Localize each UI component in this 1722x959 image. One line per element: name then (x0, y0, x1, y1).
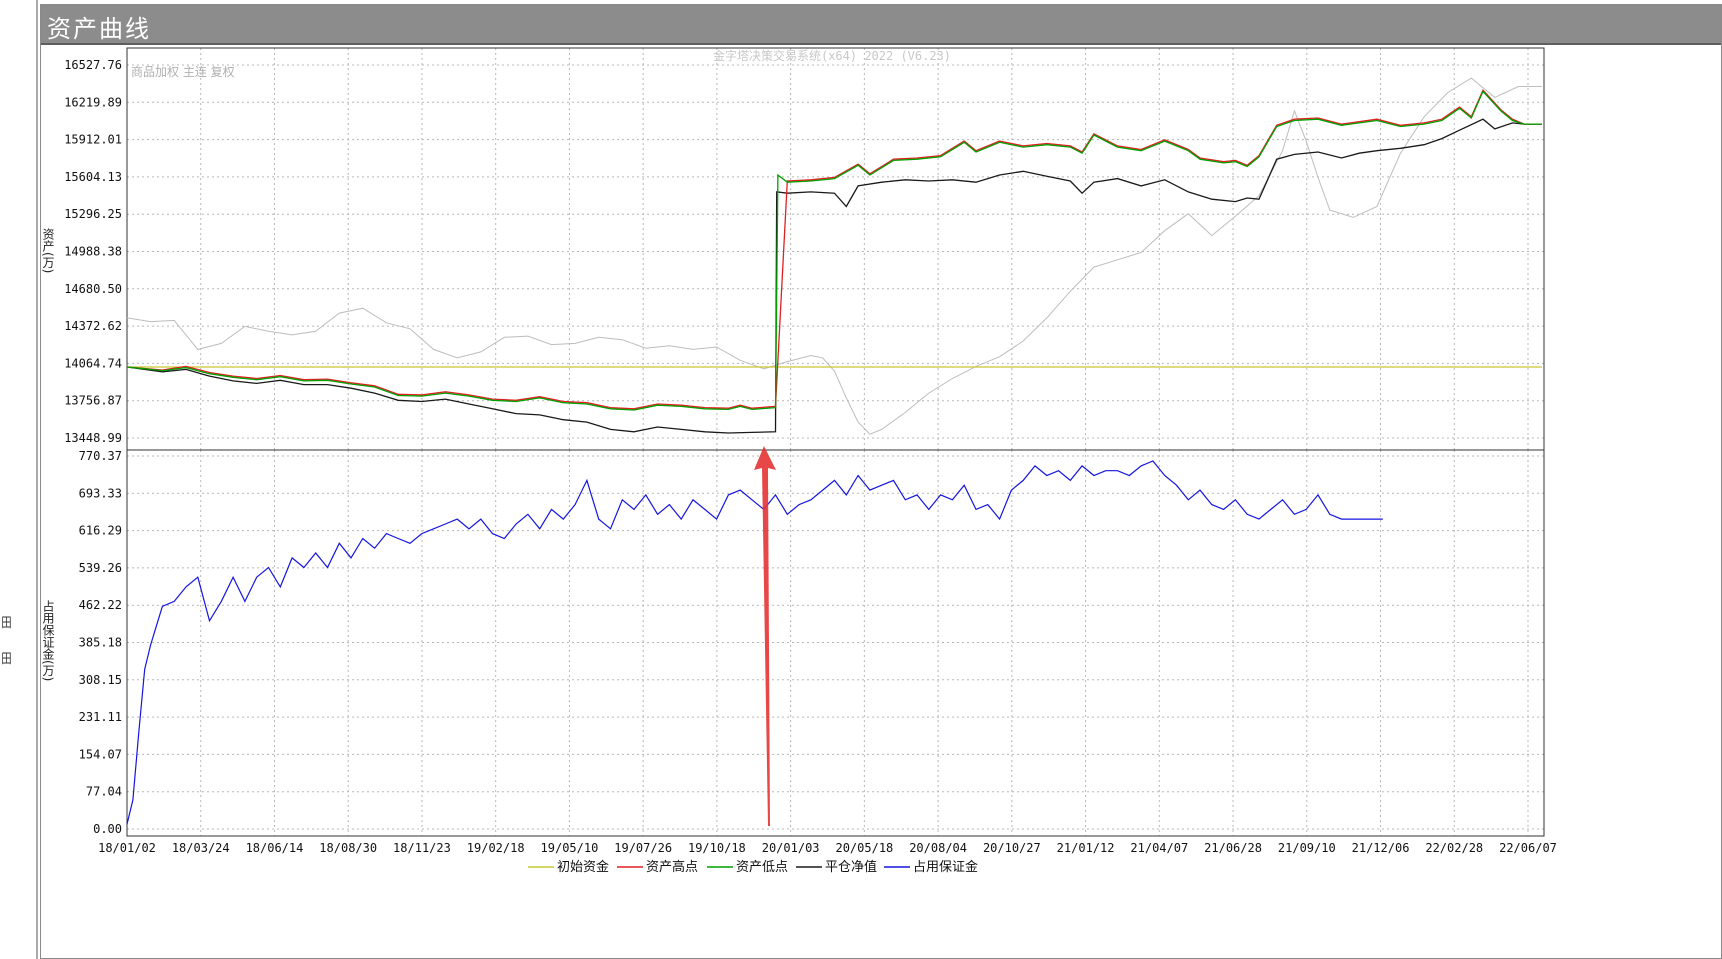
x-tick-label: 20/01/03 (762, 841, 820, 855)
chart-canvas: 16527.76 16219.89 15912.01 15604.13 15296.25… (41, 47, 1557, 875)
asset-y-tick-label: 16219.89 (64, 95, 122, 109)
x-tick-label: 20/08/04 (909, 841, 967, 855)
margin-y-tick-label: 154.07 (79, 747, 122, 761)
margin-y-tick-label: 616.29 (79, 524, 122, 538)
legend-label: 资产高点 (646, 859, 698, 875)
x-tick-label: 22/02/28 (1425, 841, 1483, 855)
asset-y-tick-label: 13448.99 (64, 431, 122, 445)
x-tick-label: 18/06/14 (246, 841, 304, 855)
watermark: 金字塔决策交易系统(x64) 2022 (V6.23) (713, 48, 951, 63)
asset-y-tick-label: 14064.74 (64, 356, 122, 370)
legend-item: 资产低点 (707, 860, 788, 875)
margin-y-tick-label: 539.26 (79, 561, 122, 575)
margin-y-tick-label: 770.37 (79, 449, 122, 463)
legend-label: 资产低点 (736, 860, 788, 875)
series-line-资产高点 (126, 89, 1542, 410)
x-tick-label: 19/02/18 (467, 841, 525, 855)
margin-y-tick-label: 385.18 (79, 636, 122, 650)
margin-y-tick-label: 77.04 (86, 785, 122, 799)
margin-y-tick-label: 308.15 (79, 673, 122, 687)
legend-item: 资产高点 (617, 859, 698, 875)
asset-y-tick-label: 15296.25 (64, 207, 122, 221)
x-tick-label: 18/08/30 (319, 841, 377, 855)
x-tick-label: 21/09/10 (1278, 841, 1336, 855)
legend-item: 平仓净值 (796, 859, 877, 875)
x-tick-label: 21/01/12 (1057, 841, 1115, 855)
margin-y-tick-label: 462.22 (79, 598, 122, 612)
series-line-margin (126, 460, 1383, 825)
date-x-axis: 18/01/02 18/03/24 18/06/14 18/08/30 18/11/23… (98, 841, 1557, 855)
margin-y-axis-label: 占用保证金(万) (41, 599, 55, 682)
red-arrow-annotation (754, 446, 776, 826)
asset-y-tick-label: 16527.76 (64, 58, 122, 72)
legend-item: 初始资金 (528, 859, 609, 875)
x-tick-label: 18/03/24 (172, 841, 230, 855)
legend: 初始资金 资产高点 资产低点 平仓净值 占用保证金 (528, 859, 978, 875)
asset-plot-frame (126, 47, 1545, 451)
asset-y-axis: 16527.76 16219.89 15912.01 15604.13 15296.25… (64, 58, 122, 445)
margin-plot-frame (126, 449, 1545, 837)
margin-grid (126, 450, 1544, 836)
asset-y-tick-label: 15604.13 (64, 170, 122, 184)
subtitle: 商品加权 主连 复权 (131, 64, 235, 79)
series-line-平仓净值 (126, 118, 1542, 434)
legend-label: 初始资金 (557, 859, 609, 875)
margin-y-tick-label: 0.00 (93, 822, 122, 836)
x-tick-label: 21/06/28 (1204, 841, 1262, 855)
x-tick-label: 19/10/18 (688, 841, 746, 855)
arrow-shape (754, 446, 776, 826)
margin-y-axis: 770.37 693.33 616.29 539.26 462.22 385.18 308.… (79, 449, 122, 836)
x-tick-label: 21/12/06 (1352, 841, 1410, 855)
series-line-资产低点 (126, 90, 1542, 411)
asset-y-tick-label: 14988.38 (64, 244, 122, 258)
x-tick-label: 18/01/02 (98, 841, 156, 855)
x-tick-label: 22/06/07 (1499, 841, 1557, 855)
x-tick-label: 20/10/27 (983, 841, 1041, 855)
asset-y-tick-label: 14372.62 (64, 319, 122, 333)
x-tick-label: 18/11/23 (393, 841, 451, 855)
x-tick-label: 19/05/10 (541, 841, 599, 855)
legend-label: 占用保证金 (913, 859, 978, 875)
asset-grid (126, 48, 1544, 450)
asset-y-tick-label: 15912.01 (64, 133, 122, 147)
asset-y-tick-label: 14680.50 (64, 282, 122, 296)
x-tick-label: 20/05/18 (835, 841, 893, 855)
asset-series-group (126, 77, 1542, 435)
asset-y-tick-label: 13756.87 (64, 394, 122, 408)
margin-y-tick-label: 231.11 (79, 710, 122, 724)
margin-y-tick-label: 693.33 (79, 486, 122, 500)
legend-item: 占用保证金 (884, 859, 978, 875)
margin-series-group (126, 460, 1383, 825)
legend-label: 平仓净值 (825, 859, 877, 875)
x-tick-label: 19/07/26 (614, 841, 672, 855)
asset-y-axis-label: 资产(万) (41, 228, 55, 274)
x-tick-label: 21/04/07 (1130, 841, 1188, 855)
